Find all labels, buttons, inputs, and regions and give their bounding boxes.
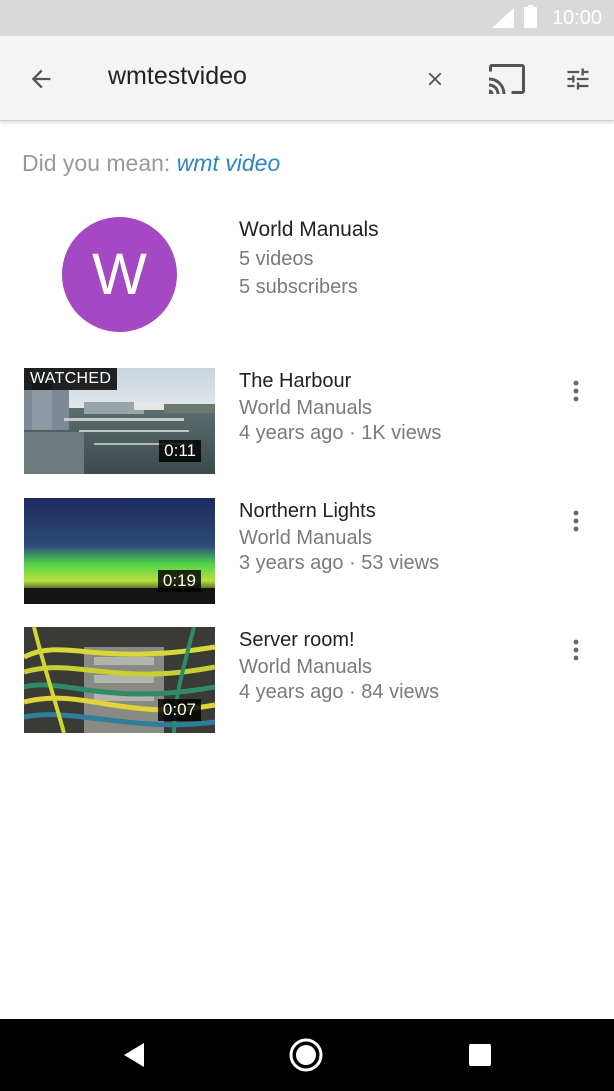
channel-result[interactable]: W World Manuals 5 videos 5 subscribers	[0, 205, 614, 345]
cast-icon[interactable]	[486, 58, 528, 100]
did-you-mean: Did you mean: wmt video	[22, 150, 280, 177]
back-arrow-icon[interactable]	[20, 58, 62, 100]
video-result[interactable]: 0:07 Server room! World Manuals 4 years …	[0, 627, 614, 737]
watched-badge: WATCHED	[24, 368, 118, 390]
nav-recents-icon[interactable]	[462, 1037, 498, 1073]
video-thumbnail-server-room[interactable]: 0:07	[24, 627, 215, 733]
suggestion-link[interactable]: wmt video	[177, 150, 281, 176]
more-options-icon[interactable]	[562, 376, 590, 406]
status-bar: 10:00	[0, 0, 614, 36]
channel-avatar[interactable]: W	[62, 217, 177, 332]
channel-video-count: 5 videos	[239, 248, 314, 270]
signal-icon	[492, 8, 514, 33]
video-channel: World Manuals	[239, 397, 373, 419]
video-channel: World Manuals	[239, 656, 373, 678]
nav-home-icon[interactable]	[288, 1037, 324, 1073]
status-time: 10:00	[551, 7, 602, 29]
suggestion-prefix: Did you mean:	[22, 150, 177, 176]
battery-icon	[524, 5, 537, 28]
nav-back-icon[interactable]	[116, 1037, 152, 1073]
video-meta: 3 years ago · 53 views	[239, 552, 440, 574]
video-title: The Harbour	[239, 370, 352, 392]
video-duration: 0:19	[157, 570, 201, 592]
more-options-icon[interactable]	[562, 635, 590, 665]
video-duration: 0:07	[157, 699, 201, 721]
video-result[interactable]: 0:19 Northern Lights World Manuals 3 yea…	[0, 498, 614, 608]
video-title: Server room!	[239, 629, 355, 651]
channel-subscriber-count: 5 subscribers	[239, 276, 358, 298]
video-thumbnail-northern-lights[interactable]: 0:19	[24, 498, 215, 604]
more-options-icon[interactable]	[562, 506, 590, 536]
video-meta: 4 years ago · 84 views	[239, 681, 440, 703]
video-channel: World Manuals	[239, 527, 373, 549]
system-nav-bar	[0, 1019, 614, 1091]
search-toolbar: wmtestvideo	[0, 36, 614, 121]
close-icon[interactable]	[416, 60, 454, 98]
channel-name: World Manuals	[239, 218, 379, 241]
video-meta: 4 years ago · 1K views	[239, 422, 442, 444]
filter-icon[interactable]	[558, 58, 598, 100]
video-result[interactable]: WATCHED 0:11 The Harbour World Manuals 4…	[0, 368, 614, 478]
video-title: Northern Lights	[239, 500, 376, 522]
search-input[interactable]: wmtestvideo	[108, 62, 247, 91]
video-duration: 0:11	[159, 440, 201, 462]
video-thumbnail-harbour[interactable]: WATCHED 0:11	[24, 368, 215, 474]
